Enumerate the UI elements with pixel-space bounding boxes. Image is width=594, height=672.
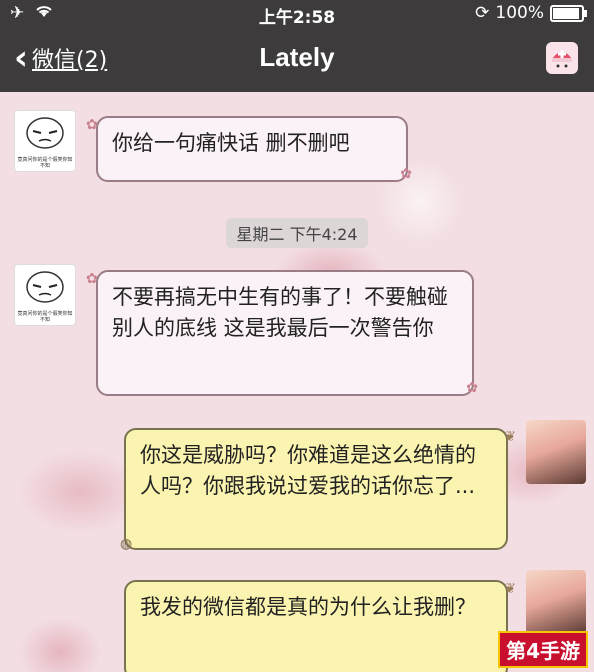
avatar-caption: 竟真问你的是个假笑你知不知 bbox=[17, 311, 73, 323]
bow-icon: ❦ bbox=[504, 429, 516, 445]
message-text: 我发的微信都是真的为什么让我删？ bbox=[140, 595, 476, 619]
battery-percent: 100% bbox=[495, 3, 544, 23]
flower-icon: ✿ bbox=[86, 117, 98, 133]
nav-bar: ‹ 微信(2) Lately bbox=[0, 26, 594, 92]
contact-avatar[interactable]: 竟真问你的是个假笑你知不知 bbox=[14, 264, 76, 326]
flower-icon: ✿ bbox=[466, 380, 478, 396]
chat-area[interactable]: 竟真问你的是个假笑你知不知 你给一句痛快话 删不删吧 ✿ ✿ 星期二 下午4:2… bbox=[0, 92, 594, 672]
message-text: 你这是威胁吗？你难道是这么绝情的人吗？你跟我说过爱我的话你忘了... bbox=[140, 443, 476, 498]
flower-icon: ✿ bbox=[400, 166, 412, 182]
chat-title: Lately bbox=[259, 42, 335, 72]
message-bubble[interactable]: 不要再搞无中生有的事了！不要触碰别人的底线 这是我最后一次警告你 ✿ ✿ bbox=[86, 270, 478, 396]
timestamp-label: 星期二 下午4:24 bbox=[226, 218, 368, 248]
flower-icon: ✿ bbox=[86, 271, 98, 287]
message-text: 不要再搞无中生有的事了！不要触碰别人的底线 这是我最后一次警告你 bbox=[112, 285, 448, 340]
message-bubble[interactable]: 你这是威胁吗？你难道是这么绝情的人吗？你跟我说过爱我的话你忘了... ❦ ◍ bbox=[120, 428, 516, 552]
user-avatar[interactable] bbox=[526, 570, 586, 634]
watermark-logo: 第4手游 bbox=[498, 631, 588, 668]
status-bar: ✈ 上午2:58 ⟳ 100% bbox=[0, 0, 594, 28]
message-bubble[interactable]: 我发的微信都是真的为什么让我删？ ❦ bbox=[124, 580, 516, 672]
chopper-hat-icon bbox=[552, 50, 572, 68]
battery-icon bbox=[550, 4, 587, 22]
contact-avatar[interactable]: 竟真问你的是个假笑你知不知 bbox=[14, 110, 76, 172]
avatar-caption: 竟真问你的是个假笑你知不知 bbox=[17, 157, 73, 169]
message-bubble[interactable]: 你给一句痛快话 删不删吧 ✿ ✿ bbox=[86, 116, 412, 182]
message-text: 你给一句痛快话 删不删吧 bbox=[112, 131, 350, 155]
bow-icon: ❦ bbox=[504, 581, 516, 597]
user-avatar[interactable] bbox=[526, 420, 586, 484]
profile-button[interactable] bbox=[546, 42, 578, 74]
drum-icon: ◍ bbox=[120, 536, 133, 552]
timestamp: 星期二 下午4:24 bbox=[0, 218, 594, 248]
rotation-lock-icon: ⟳ bbox=[475, 3, 490, 23]
